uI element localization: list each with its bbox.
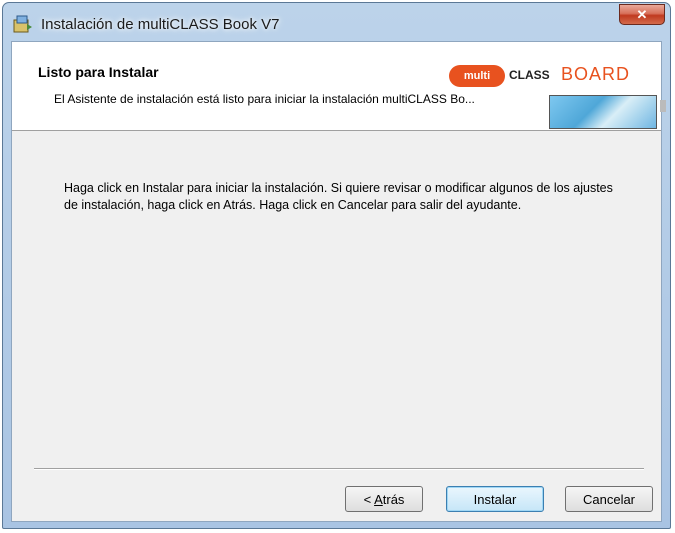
installer-icon bbox=[13, 15, 32, 33]
page-description: El Asistente de instalación está listo p… bbox=[54, 92, 475, 106]
header-banner: Listo para Instalar El Asistente de inst… bbox=[12, 42, 666, 131]
instructions-text: Haga click en Instalar para iniciar la i… bbox=[64, 181, 613, 212]
close-icon: ✕ bbox=[636, 7, 648, 22]
page-title: Listo para Instalar bbox=[38, 64, 159, 80]
footer-separator bbox=[34, 468, 644, 470]
whiteboard-image bbox=[549, 95, 657, 129]
close-button[interactable]: ✕ bbox=[619, 4, 665, 25]
logo-multi-text: multi bbox=[449, 65, 505, 87]
dialog-client-area: Listo para Instalar El Asistente de inst… bbox=[11, 41, 666, 522]
whiteboard-stand bbox=[660, 100, 666, 112]
back-button-prefix: < bbox=[363, 492, 375, 507]
title-bar[interactable]: Instalación de multiCLASS Book V7 ✕ bbox=[3, 3, 670, 41]
logo-class-text: CLASS bbox=[509, 68, 550, 82]
installer-window: Instalación de multiCLASS Book V7 ✕ List… bbox=[2, 2, 671, 529]
install-button[interactable]: Instalar bbox=[446, 486, 544, 512]
multiclass-board-logo: multi CLASS BOARD bbox=[449, 62, 639, 92]
logo-board-text: BOARD bbox=[561, 64, 631, 84]
back-button-mnemonic: A bbox=[374, 492, 383, 507]
cancel-button[interactable]: Cancelar bbox=[565, 486, 653, 512]
window-title: Instalación de multiCLASS Book V7 bbox=[41, 16, 280, 33]
back-button[interactable]: < Atrás bbox=[345, 486, 423, 512]
back-button-label: trás bbox=[382, 492, 405, 507]
